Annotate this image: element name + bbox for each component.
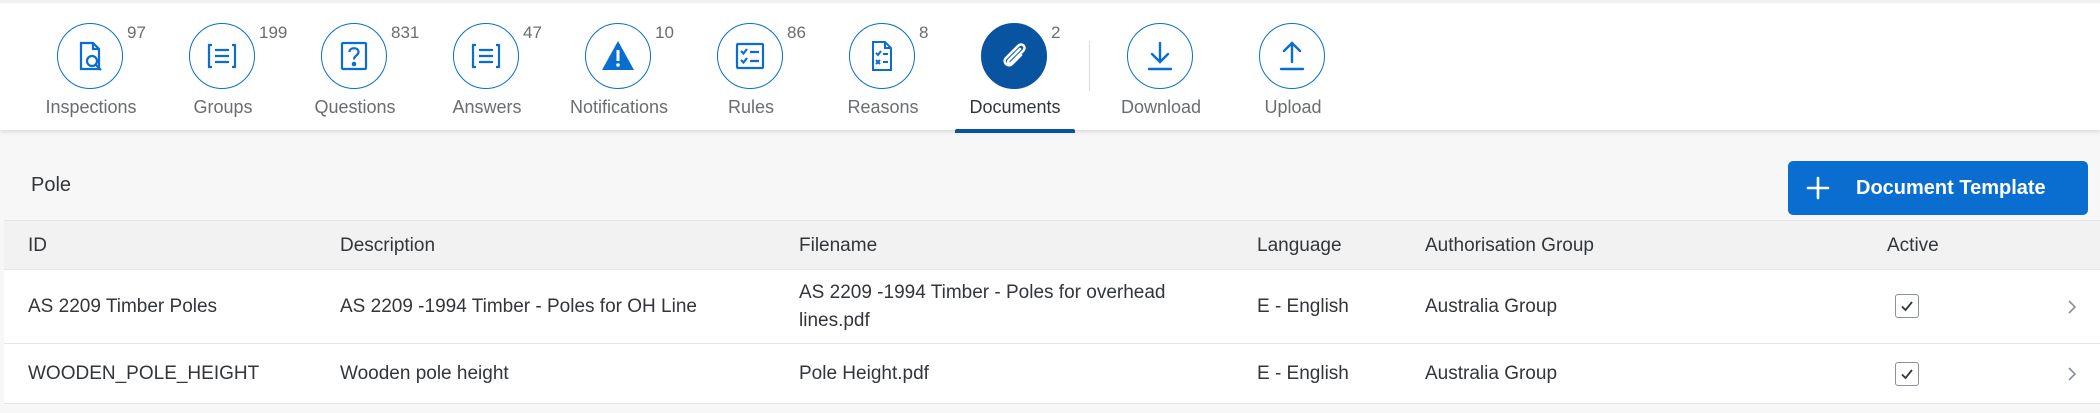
cell-filename-line2: lines.pdf [799, 310, 870, 331]
table-header: ID Description Filename Language Authori… [4, 220, 2100, 270]
tab-label: Answers [452, 97, 522, 117]
tab-label: Questions [314, 97, 396, 117]
cell-id: AS 2209 Timber Poles [28, 296, 218, 317]
tab-count: 86 [787, 23, 806, 42]
tab-count: 8 [919, 23, 929, 42]
document-checklist-icon [849, 23, 915, 89]
chevron-right-icon[interactable] [2064, 299, 2080, 315]
plus-icon [1788, 175, 1848, 201]
checklist-icon [717, 23, 783, 89]
tab-notifications[interactable]: 10 Notifications [559, 21, 679, 133]
tab-reasons[interactable]: 8 Reasons [823, 21, 943, 133]
checkmark-icon [1901, 301, 1913, 312]
add-document-template-button[interactable]: Document Template [1788, 161, 2088, 215]
cell-description: Wooden pole height [340, 363, 509, 384]
tab-label: Reasons [847, 97, 919, 117]
tab-count: 199 [259, 23, 288, 42]
tab-documents[interactable]: 2 Documents [955, 21, 1075, 133]
tab-inspections[interactable]: 97 Inspections [31, 21, 151, 133]
tab-count: 47 [523, 23, 542, 42]
panel-title: Pole [31, 174, 72, 196]
tab-upload[interactable]: Upload [1233, 21, 1353, 133]
documents-panel: Pole Document Template ID Description Fi… [4, 130, 2100, 413]
download-icon [1127, 23, 1193, 89]
tab-download[interactable]: Download [1101, 21, 1221, 133]
column-header-active[interactable]: Active [1887, 235, 1939, 257]
question-icon [321, 23, 387, 89]
cell-description: AS 2209 -1994 Timber - Poles for OH Line [340, 296, 697, 317]
column-header-authorisation-group[interactable]: Authorisation Group [1425, 235, 1594, 257]
cell-authorisation-group: Australia Group [1425, 296, 1558, 317]
tab-label: Upload [1264, 97, 1322, 117]
tab-questions[interactable]: 831 Questions [295, 21, 419, 133]
column-header-description[interactable]: Description [340, 235, 435, 257]
warning-icon [585, 23, 651, 89]
tab-count: 2 [1051, 23, 1061, 42]
active-checkbox[interactable] [1895, 362, 1919, 386]
cell-authorisation-group: Australia Group [1425, 363, 1558, 384]
paperclip-icon [981, 23, 1047, 89]
tab-count: 97 [127, 23, 146, 42]
tab-label: Rules [727, 97, 775, 117]
cell-id: WOODEN_POLE_HEIGHT [28, 363, 260, 384]
table-row[interactable]: WOODEN_POLE_HEIGHT Wooden pole height Po… [4, 344, 2100, 404]
selected-tab-indicator [955, 129, 1075, 133]
tab-answers[interactable]: 47 Answers [427, 21, 547, 133]
column-header-filename[interactable]: Filename [799, 235, 877, 257]
tab-count: 10 [655, 23, 674, 42]
column-header-language[interactable]: Language [1257, 235, 1342, 257]
tab-label: Documents [969, 97, 1061, 117]
tab-separator [1089, 41, 1090, 91]
upload-icon [1259, 23, 1325, 89]
table-row[interactable]: AS 2209 Timber Poles AS 2209 -1994 Timbe… [4, 270, 2100, 344]
tab-label: Notifications [569, 97, 669, 117]
cell-language: E - English [1257, 363, 1349, 384]
tab-groups[interactable]: 199 Groups [163, 21, 287, 133]
active-checkbox[interactable] [1895, 294, 1919, 318]
tab-label: Groups [193, 97, 253, 117]
inspection-search-icon [57, 23, 123, 89]
tab-label: Download [1120, 97, 1202, 117]
list-icon [453, 23, 519, 89]
tab-count: 831 [391, 23, 420, 42]
list-icon [189, 23, 255, 89]
cell-language: E - English [1257, 296, 1349, 317]
checkmark-icon [1901, 369, 1913, 380]
cell-filename-line1: AS 2209 -1994 Timber - Poles for overhea… [799, 282, 1166, 303]
content-area: Pole Document Template ID Description Fi… [0, 130, 2100, 413]
chevron-right-icon[interactable] [2064, 366, 2080, 382]
column-header-id[interactable]: ID [28, 235, 47, 257]
cell-filename-line1: Pole Height.pdf [799, 363, 929, 384]
icon-tab-bar: 97 Inspections 199 Groups 831 Questions … [0, 0, 2100, 133]
tab-label: Inspections [45, 97, 137, 117]
add-button-label: Document Template [1856, 176, 2046, 199]
tab-rules[interactable]: 86 Rules [691, 21, 811, 133]
